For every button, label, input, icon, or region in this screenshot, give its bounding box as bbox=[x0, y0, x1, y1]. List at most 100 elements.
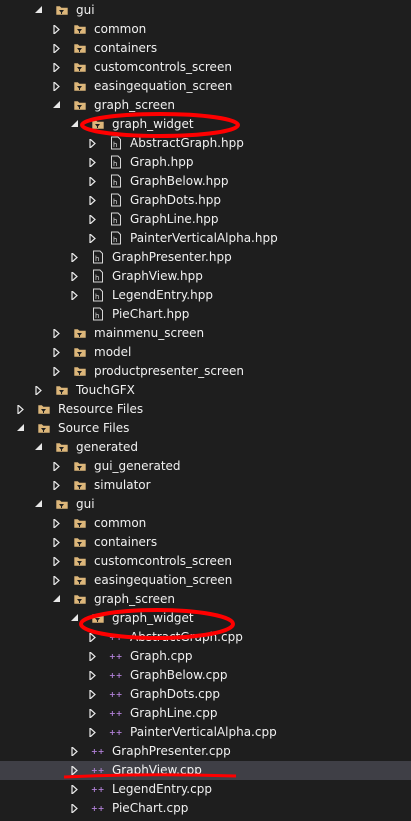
tree-row-graph-widget[interactable]: graph_widget bbox=[0, 609, 411, 628]
collapsed-arrow-icon[interactable] bbox=[52, 571, 62, 590]
tree-row-graphdots-hpp[interactable]: h GraphDots.hpp bbox=[0, 191, 411, 210]
tree-row-piechart-hpp[interactable]: h PieChart.hpp bbox=[0, 305, 411, 324]
tree-row-containers[interactable]: containers bbox=[0, 39, 411, 58]
collapsed-arrow-icon[interactable] bbox=[70, 780, 80, 799]
collapsed-arrow-icon[interactable] bbox=[88, 666, 98, 685]
tree-row-resource-files[interactable]: Resource Files bbox=[0, 400, 411, 419]
svg-text:++: ++ bbox=[109, 690, 122, 699]
tree-item-label: mainmenu_screen bbox=[94, 326, 205, 340]
tree-row-graphbelow-cpp[interactable]: ++ GraphBelow.cpp bbox=[0, 666, 411, 685]
tree-row-graphline-cpp[interactable]: ++ GraphLine.cpp bbox=[0, 704, 411, 723]
tree-row-customcontrols-screen[interactable]: customcontrols_screen bbox=[0, 58, 411, 77]
collapsed-arrow-icon[interactable] bbox=[52, 77, 62, 96]
collapsed-arrow-icon[interactable] bbox=[88, 229, 98, 248]
tree-row-graphbelow-hpp[interactable]: h GraphBelow.hpp bbox=[0, 172, 411, 191]
expanded-arrow-icon[interactable] bbox=[52, 96, 62, 115]
tree-row-gui[interactable]: gui bbox=[0, 1, 411, 20]
collapsed-arrow-icon[interactable] bbox=[52, 58, 62, 77]
tree-row-customcontrols-screen[interactable]: customcontrols_screen bbox=[0, 552, 411, 571]
collapsed-arrow-icon[interactable] bbox=[52, 533, 62, 552]
collapsed-arrow-icon[interactable] bbox=[88, 191, 98, 210]
collapsed-arrow-icon[interactable] bbox=[88, 723, 98, 742]
collapsed-arrow-icon[interactable] bbox=[88, 134, 98, 153]
tree-row-graphpresenter-cpp[interactable]: ++ GraphPresenter.cpp bbox=[0, 742, 411, 761]
cpp-file-icon: ++ bbox=[91, 801, 105, 815]
tree-row-simulator[interactable]: simulator bbox=[0, 476, 411, 495]
header-file-icon: h bbox=[91, 307, 105, 321]
tree-item-label: simulator bbox=[94, 478, 151, 492]
cpp-file-icon: ++ bbox=[109, 668, 123, 682]
collapsed-arrow-icon[interactable] bbox=[52, 39, 62, 58]
svg-text:++: ++ bbox=[109, 652, 122, 661]
tree-row-graph-cpp[interactable]: ++ Graph.cpp bbox=[0, 647, 411, 666]
tree-row-painterverticalalpha-hpp[interactable]: h PainterVerticalAlpha.hpp bbox=[0, 229, 411, 248]
svg-text:++: ++ bbox=[109, 709, 122, 718]
expanded-arrow-icon[interactable] bbox=[34, 495, 44, 514]
tree-row-legendentry-hpp[interactable]: h LegendEntry.hpp bbox=[0, 286, 411, 305]
tree-row-graphview-cpp[interactable]: ++ GraphView.cpp bbox=[0, 761, 411, 780]
tree-row-mainmenu-screen[interactable]: mainmenu_screen bbox=[0, 324, 411, 343]
collapsed-arrow-icon[interactable] bbox=[52, 552, 62, 571]
collapsed-arrow-icon[interactable] bbox=[88, 647, 98, 666]
tree-row-gui[interactable]: gui bbox=[0, 495, 411, 514]
tree-row-source-files[interactable]: Source Files bbox=[0, 419, 411, 438]
tree-row-graphview-hpp[interactable]: h GraphView.hpp bbox=[0, 267, 411, 286]
expanded-arrow-icon[interactable] bbox=[70, 609, 80, 628]
tree-row-graph-screen[interactable]: graph_screen bbox=[0, 96, 411, 115]
collapsed-arrow-icon[interactable] bbox=[70, 286, 80, 305]
collapsed-arrow-icon[interactable] bbox=[52, 362, 62, 381]
collapsed-arrow-icon[interactable] bbox=[88, 704, 98, 723]
tree-row-common[interactable]: common bbox=[0, 514, 411, 533]
tree-row-graphdots-cpp[interactable]: ++ GraphDots.cpp bbox=[0, 685, 411, 704]
tree-row-abstractgraph-hpp[interactable]: h AbstractGraph.hpp bbox=[0, 134, 411, 153]
collapsed-arrow-icon[interactable] bbox=[70, 761, 80, 780]
tree-row-graph-screen[interactable]: graph_screen bbox=[0, 590, 411, 609]
tree-row-touchgfx[interactable]: TouchGFX bbox=[0, 381, 411, 400]
cpp-file-icon: ++ bbox=[109, 687, 123, 701]
tree-row-graphpresenter-hpp[interactable]: h GraphPresenter.hpp bbox=[0, 248, 411, 267]
collapsed-arrow-icon[interactable] bbox=[70, 248, 80, 267]
tree-row-easingequation-screen[interactable]: easingequation_screen bbox=[0, 77, 411, 96]
tree-row-productpresenter-screen[interactable]: productpresenter_screen bbox=[0, 362, 411, 381]
collapsed-arrow-icon[interactable] bbox=[88, 153, 98, 172]
tree-row-graph-hpp[interactable]: h Graph.hpp bbox=[0, 153, 411, 172]
collapsed-arrow-icon[interactable] bbox=[52, 457, 62, 476]
collapsed-arrow-icon[interactable] bbox=[52, 324, 62, 343]
tree-row-abstractgraph-cpp[interactable]: ++ AbstractGraph.cpp bbox=[0, 628, 411, 647]
svg-text:h: h bbox=[113, 179, 117, 187]
collapsed-arrow-icon[interactable] bbox=[88, 685, 98, 704]
collapsed-arrow-icon[interactable] bbox=[88, 210, 98, 229]
tree-row-graph-widget[interactable]: graph_widget bbox=[0, 115, 411, 134]
collapsed-arrow-icon[interactable] bbox=[88, 172, 98, 191]
expanded-arrow-icon[interactable] bbox=[34, 1, 44, 20]
expanded-arrow-icon[interactable] bbox=[52, 590, 62, 609]
expanded-arrow-icon[interactable] bbox=[70, 115, 80, 134]
collapsed-arrow-icon[interactable] bbox=[70, 742, 80, 761]
svg-text:++: ++ bbox=[91, 747, 104, 756]
folder-filter-icon bbox=[55, 497, 69, 511]
collapsed-arrow-icon[interactable] bbox=[34, 381, 44, 400]
collapsed-arrow-icon[interactable] bbox=[52, 476, 62, 495]
collapsed-arrow-icon[interactable] bbox=[52, 20, 62, 39]
tree-row-graphline-hpp[interactable]: h GraphLine.hpp bbox=[0, 210, 411, 229]
tree-row-painterverticalalpha-cpp[interactable]: ++ PainterVerticalAlpha.cpp bbox=[0, 723, 411, 742]
tree-row-generated[interactable]: generated bbox=[0, 438, 411, 457]
tree-row-model[interactable]: model bbox=[0, 343, 411, 362]
expanded-arrow-icon[interactable] bbox=[16, 419, 26, 438]
tree-row-piechart-cpp[interactable]: ++ PieChart.cpp bbox=[0, 799, 411, 818]
tree-row-easingequation-screen[interactable]: easingequation_screen bbox=[0, 571, 411, 590]
collapsed-arrow-icon[interactable] bbox=[16, 400, 26, 419]
tree-row-legendentry-cpp[interactable]: ++ LegendEntry.cpp bbox=[0, 780, 411, 799]
collapsed-arrow-icon[interactable] bbox=[88, 628, 98, 647]
collapsed-arrow-icon[interactable] bbox=[70, 267, 80, 286]
tree-row-containers[interactable]: containers bbox=[0, 533, 411, 552]
expanded-arrow-icon[interactable] bbox=[34, 438, 44, 457]
tree-item-label: productpresenter_screen bbox=[94, 364, 244, 378]
header-file-icon: h bbox=[91, 269, 105, 283]
tree-row-common[interactable]: common bbox=[0, 20, 411, 39]
collapsed-arrow-icon[interactable] bbox=[52, 514, 62, 533]
folder-filter-icon bbox=[73, 41, 87, 55]
collapsed-arrow-icon[interactable] bbox=[70, 799, 80, 818]
collapsed-arrow-icon[interactable] bbox=[52, 343, 62, 362]
tree-row-gui-generated[interactable]: gui_generated bbox=[0, 457, 411, 476]
